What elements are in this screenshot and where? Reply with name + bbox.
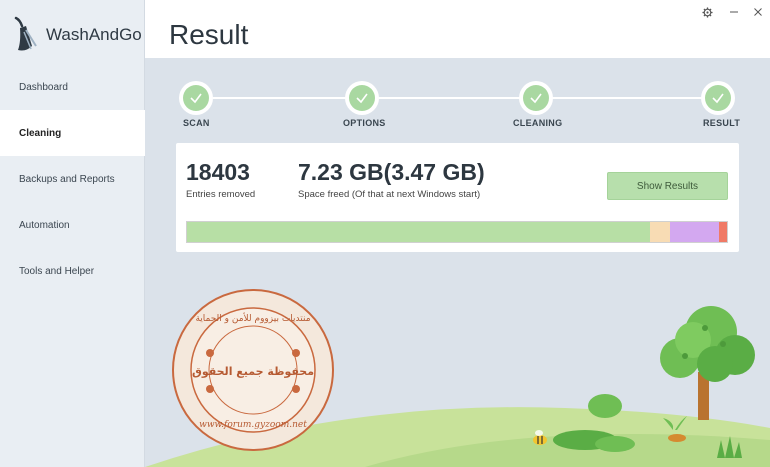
progress-stepper (145, 58, 770, 138)
sidebar-item-label: Backups and Reports (19, 173, 115, 185)
step-label-result: RESULT (703, 118, 741, 128)
watermark-ornament (292, 385, 300, 393)
watermark-url: www.forum.gyzoom.net (199, 420, 307, 430)
header: Result (145, 0, 770, 58)
space-freed-value: 7.23 GB(3.47 GB) (298, 159, 485, 186)
bar-segment-purple (669, 222, 720, 242)
entries-removed-label: Entries removed (186, 189, 256, 200)
sidebar-item-label: Dashboard (19, 81, 68, 93)
sidebar-item-label: Automation (19, 219, 70, 231)
cleanup-breakdown-bar (186, 221, 728, 243)
forum-watermark-stamp: منتديات بيزووم للأمن و الحماية محفوظة جم… (172, 289, 334, 451)
show-results-button[interactable]: Show Results (607, 172, 728, 200)
entries-removed-value: 18403 (186, 159, 250, 185)
watermark-ornament (206, 349, 214, 357)
space-freed-next-start: (3.47 GB) (383, 159, 485, 185)
step-result (701, 81, 735, 115)
bar-segment-red (719, 222, 727, 242)
step-label-cleaning: CLEANING (513, 118, 563, 128)
sidebar-item-tools-and-helper[interactable]: Tools and Helper (0, 248, 145, 294)
sidebar-item-automation[interactable]: Automation (0, 202, 145, 248)
sidebar-item-label: Tools and Helper (19, 265, 95, 277)
space-freed-total: 7.23 GB (298, 159, 384, 185)
step-connector (379, 97, 521, 99)
sidebar-item-backups-and-reports[interactable]: Backups and Reports (0, 156, 145, 202)
watermark-ornament (206, 385, 214, 393)
minimize-icon[interactable] (727, 5, 741, 19)
sidebar: WashAndGo Dashboard Cleaning Backups and… (0, 0, 145, 467)
checkmark-icon (530, 93, 542, 104)
app-name: WashAndGo (46, 25, 142, 44)
result-card: 18403 Entries removed 7.23 GB(3.47 GB) S… (176, 143, 739, 252)
app-logo: WashAndGo (12, 16, 142, 54)
space-freed-label: Space freed (Of that at next Windows sta… (298, 189, 481, 200)
step-cleaning (519, 81, 553, 115)
watermark-ornament (292, 349, 300, 357)
sidebar-item-dashboard[interactable]: Dashboard (0, 64, 145, 110)
checkmark-icon (712, 93, 724, 104)
step-scan (179, 81, 213, 115)
page-title: Result (169, 19, 249, 50)
watermark-center-text: محفوظة جميع الحقوق (192, 365, 314, 378)
step-label-options: OPTIONS (343, 118, 386, 128)
step-connector (213, 97, 348, 99)
sidebar-item-label: Cleaning (19, 127, 62, 139)
step-options (345, 81, 379, 115)
settings-gear-icon[interactable] (700, 5, 714, 19)
close-icon[interactable] (751, 5, 765, 19)
bar-segment-peach (649, 222, 670, 242)
step-connector (552, 97, 702, 99)
sidebar-item-cleaning[interactable]: Cleaning (0, 110, 145, 156)
bar-segment-green (187, 222, 650, 242)
broom-icon (14, 16, 37, 51)
checkmark-icon (190, 93, 202, 104)
watermark-arabic-line: منتديات بيزووم للأمن و الحماية (195, 312, 310, 324)
step-label-scan: SCAN (183, 118, 210, 128)
sidebar-nav: Dashboard Cleaning Backups and Reports A… (0, 64, 145, 294)
tree-icon (660, 306, 755, 420)
checkmark-icon (356, 93, 368, 104)
